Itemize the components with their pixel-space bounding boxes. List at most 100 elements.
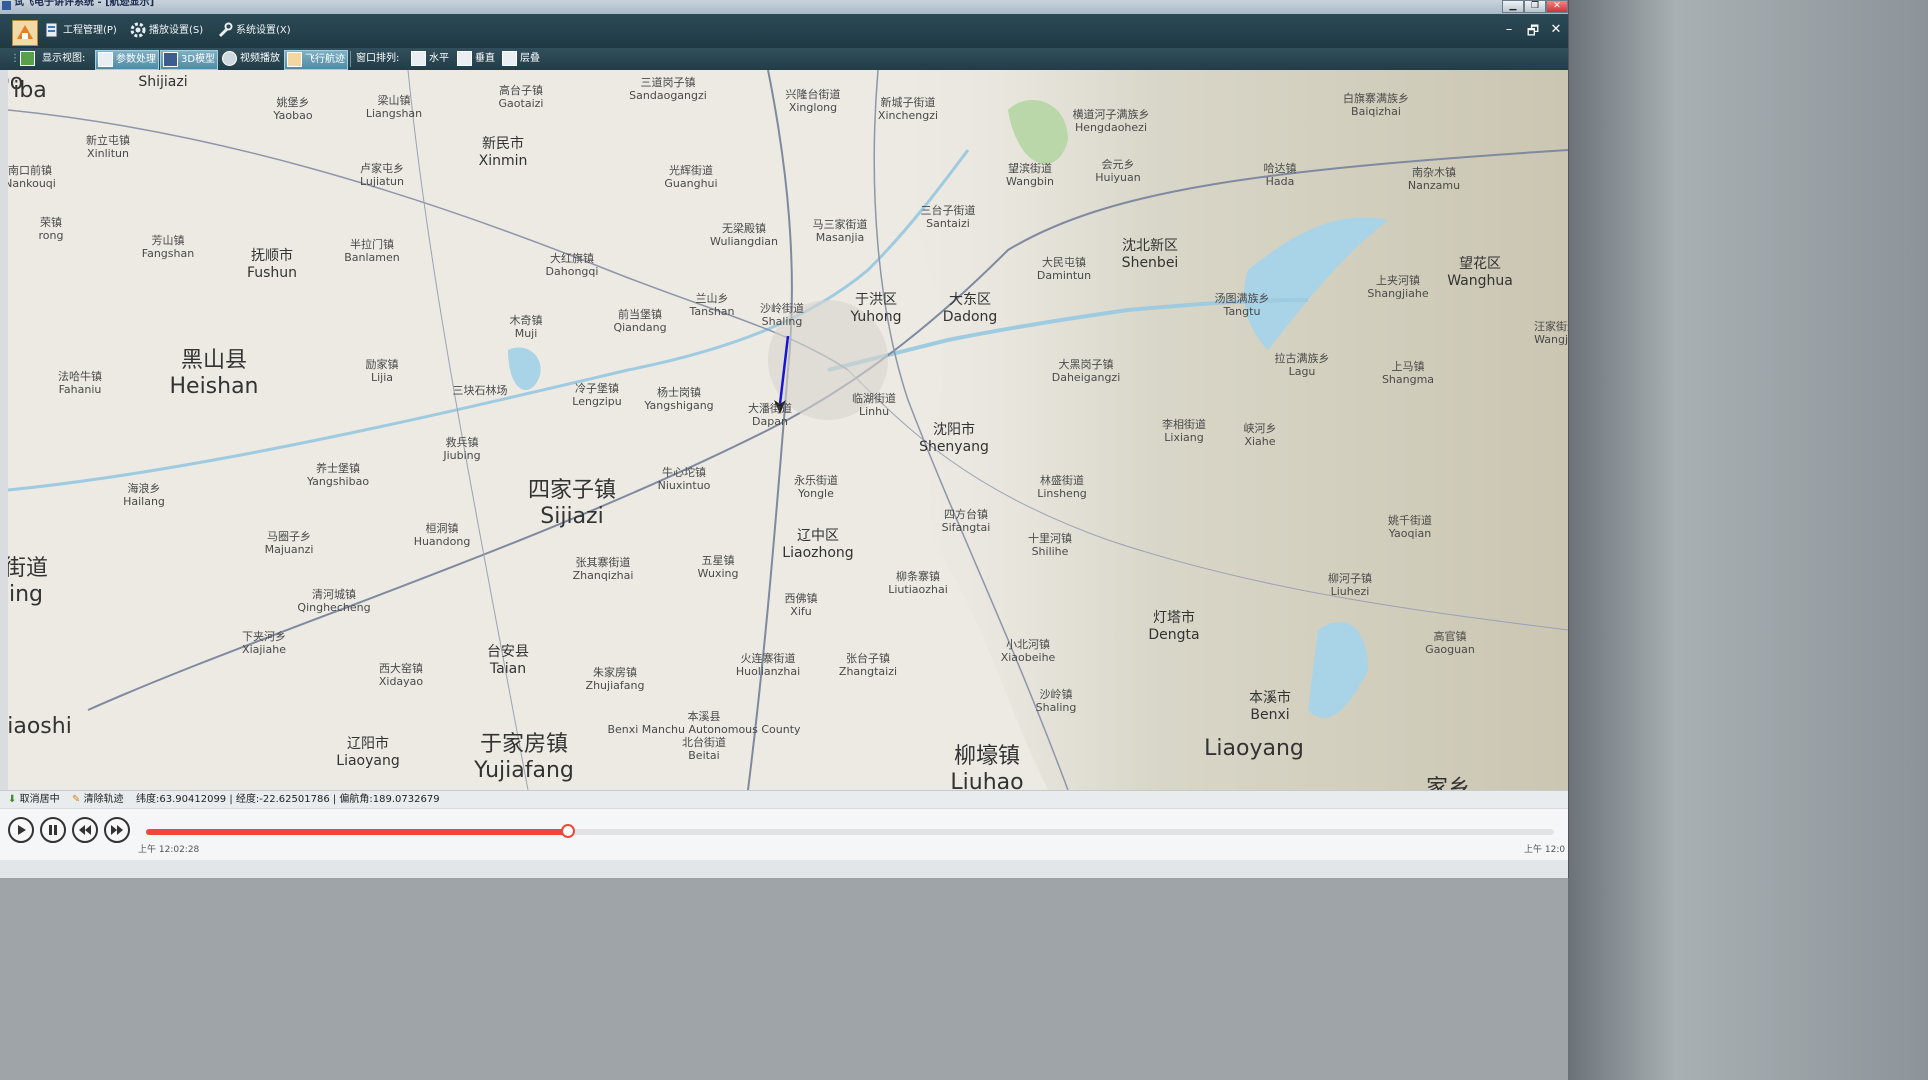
map-label-zh: 小北河镇: [1005, 638, 1050, 651]
map-label-en: Zhanqizhai: [572, 569, 634, 582]
uncenter-label: 取消居中: [19, 794, 60, 805]
map-label-zh: 清河城镇: [312, 588, 356, 601]
tile-vertical-button[interactable]: 垂直: [455, 50, 497, 68]
map-label-zh: 四家子镇: [527, 478, 617, 503]
map-label-en: Gaoguan: [1425, 643, 1475, 656]
map-label: 本溪市 Benxi: [1249, 690, 1291, 724]
map-label-en: Huiyuan: [1095, 171, 1141, 184]
map-label-zh: 拉古满族乡: [1274, 352, 1330, 365]
map-label-zh: 新民市: [481, 136, 524, 152]
map-label-en: Liuhezi: [1330, 585, 1370, 598]
map-label: 上夹河镇 Shangjiahe: [1367, 274, 1428, 300]
map-label: 沈北新区 Shenbei: [1122, 238, 1179, 272]
rewind-button[interactable]: [72, 817, 98, 843]
window-restore-button[interactable]: ❐: [1524, 0, 1546, 13]
map-label-en: Hengdaohezi: [1074, 121, 1147, 134]
uncenter-button[interactable]: ⬇ 取消居中: [8, 791, 60, 809]
window-close-button[interactable]: ✕: [1546, 0, 1568, 13]
tile-horizontal-button[interactable]: 水平: [409, 50, 451, 68]
map-label-zh: 姚堡乡: [276, 96, 310, 109]
model3d-button[interactable]: 3D模型: [160, 50, 219, 70]
map-label: 三道岗子镇 Sandaogangzi: [629, 76, 707, 102]
map-label: 林盛街道 Linsheng: [1037, 474, 1087, 500]
map-label-zh: 下夹河乡: [242, 630, 286, 643]
progress-slider[interactable]: [146, 824, 1554, 838]
menu-project-label: 工程管理(P): [63, 25, 117, 36]
menu-playback-settings[interactable]: 播放设置(S): [130, 20, 203, 42]
map-label: 于洪区 Yuhong: [850, 292, 901, 326]
map-label: 三台子街道 Santaizi: [921, 204, 976, 230]
track-button[interactable]: 飞行航迹: [284, 50, 348, 70]
map-label-zh: 柳河子镇: [1328, 572, 1372, 585]
map-label: 光辉街道 Guanghui: [664, 164, 717, 190]
map-label-zh: 沈阳市: [933, 422, 975, 438]
map-label-en: Xinlitun: [87, 147, 129, 160]
view-label: 显示视图:: [42, 53, 86, 64]
pause-button[interactable]: [40, 817, 66, 843]
map-label-en: Shenyang: [919, 439, 989, 455]
map-label-zh: 望花区: [1459, 256, 1501, 272]
map-label-en: Dapan: [752, 415, 788, 428]
progress-thumb[interactable]: [561, 824, 576, 838]
app-logo[interactable]: [12, 20, 38, 46]
map-label-zh: 兴隆台街道: [785, 88, 841, 101]
map-label-zh: 李相街道: [1162, 418, 1206, 431]
map-label: 励家镇 Lijia: [366, 358, 399, 384]
map-label: Liaoyang: [1204, 736, 1304, 762]
map-label-zh: 芳山镇: [151, 234, 185, 247]
map-label-en: Gaotaizi: [498, 97, 544, 110]
video-button[interactable]: 视频播放: [220, 50, 282, 68]
map-label-zh: 哈达镇: [1263, 162, 1297, 175]
map-label: 哈达镇 Hada: [1264, 162, 1297, 188]
map-label: 大民屯镇 Damintun: [1037, 256, 1091, 282]
map-label-zh: 本溪市: [1249, 690, 1291, 706]
menu-project[interactable]: 工程管理(P): [44, 20, 117, 42]
map-label-zh: 木奇镇: [509, 314, 543, 327]
map-label-zh: 法哈牛镇: [58, 370, 102, 383]
horizontal-label: 水平: [429, 53, 449, 64]
mdi-close-button[interactable]: ✕: [1547, 22, 1565, 37]
map-label-en: Lagu: [1288, 365, 1316, 378]
map-label-zh: 永乐街道: [794, 474, 838, 487]
forward-button[interactable]: [104, 817, 130, 843]
map-label-en: Xiajiahe: [242, 643, 286, 656]
map-label-en: Xinglong: [788, 101, 838, 114]
map-label-zh: 姚千街道: [1388, 514, 1432, 527]
mdi-restore-button[interactable]: 🗗: [1524, 22, 1542, 44]
app-window: 试飞电子讲评系统 - [航迹显示] ▁ ❐ ✕ 工程管理(P) 播放设置(S) …: [0, 0, 1569, 878]
map-label-zh: 光辉街道: [668, 164, 713, 177]
map-label-zh: 上马镇: [1391, 360, 1425, 373]
map-label: 木奇镇 Muji: [510, 314, 543, 340]
map-label: 张台子镇 Zhangtaizi: [839, 652, 897, 678]
map-label: 新立屯镇 Xinlitun: [86, 134, 130, 160]
mdi-minimize-button[interactable]: –: [1500, 22, 1518, 37]
map-label: 杨士岗镇 Yangshigang: [644, 386, 713, 412]
map-label-zh: 荣镇: [40, 216, 62, 229]
map-label-en: Shaling: [761, 315, 803, 328]
map-label: Xiaoshi: [8, 714, 72, 740]
map-label-zh: 火连寨街道: [740, 652, 796, 665]
map-label-zh: 沙岭镇: [1039, 688, 1073, 701]
map-label-en: Fangshan: [141, 247, 195, 260]
play-button[interactable]: [8, 817, 34, 843]
params-button[interactable]: 参数处理: [95, 50, 159, 70]
window-minimize-button[interactable]: ▁: [1502, 0, 1524, 13]
cascade-icon: [502, 50, 517, 66]
cascade-button[interactable]: 层叠: [500, 50, 542, 68]
map-label-en: Shangjiahe: [1367, 287, 1429, 300]
clear-track-button[interactable]: ✎ 清除轨迹: [72, 791, 124, 809]
map-label-en: Tangtu: [1223, 305, 1261, 318]
menu-system-settings[interactable]: 系统设置(X): [217, 20, 291, 42]
road-west: [407, 70, 529, 790]
map-label-zh: 励家镇: [365, 358, 399, 371]
map-label: 荣镇 rong: [39, 216, 64, 242]
map-label-en: Wangbin: [1006, 175, 1054, 188]
map-label: 南口前镇 Nankouqi: [8, 164, 56, 190]
map-label: 三块石林场: [453, 384, 508, 397]
map-label-en: Benxi Manchu Autonomous County: [607, 723, 801, 736]
map-label-en: Sijiazi: [540, 504, 604, 529]
map-label: 会元乡 Huiyuan: [1095, 158, 1141, 184]
map-label-zh: 上夹河镇: [1376, 274, 1420, 287]
map-view[interactable]: iba Shijiazi 姚堡乡 Yaobao 梁山镇 Liangshan 高台子镇 Gaot…: [8, 70, 1568, 790]
map-label-en: Liaoyang: [1204, 736, 1304, 761]
